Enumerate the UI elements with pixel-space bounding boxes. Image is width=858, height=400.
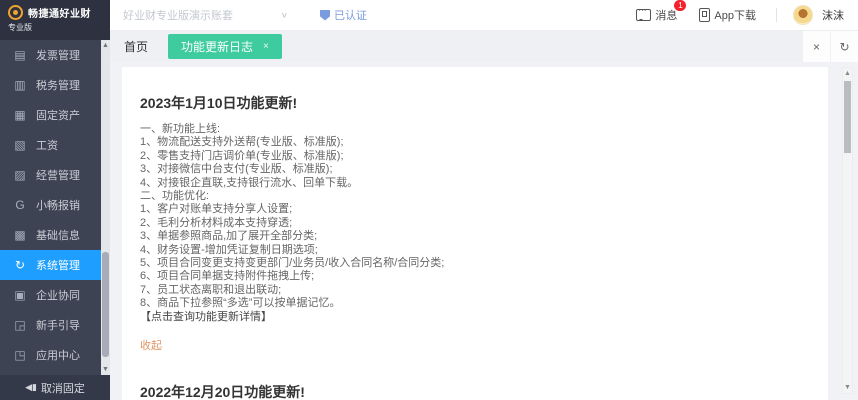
log-line: 3、单据参照商品,加了展开全部分类;	[140, 230, 812, 243]
close-all-tabs-button[interactable]: ×	[802, 31, 830, 62]
app-logo-area: 畅捷通好业财 专业版	[0, 0, 110, 40]
sidebar-item-invoice[interactable]: ▤ 发票管理	[0, 40, 110, 70]
log-line: 4、财务设置-增加凭证复制日期选项;	[140, 244, 812, 257]
scroll-down-icon[interactable]: ▼	[843, 383, 852, 392]
scroll-up-icon[interactable]: ▲	[101, 41, 110, 50]
log-line: 1、客户对账单支持分享人设置;	[140, 203, 812, 216]
log-line: 2、零售支持门店调价单(专业版、标准版);	[140, 150, 812, 163]
sidebar-item-appcenter[interactable]: ◳ 应用中心	[0, 340, 110, 370]
log-entry: 2022年12月20日功能更新! 一、新功能上线:1.单据多模版(好业财专业版)…	[140, 382, 812, 400]
sidebar-item-collab[interactable]: ▣ 企业协同	[0, 280, 110, 310]
log-line: 一、新功能上线:	[140, 123, 812, 136]
log-line: 3、对接微信中台支付(专业版、标准版);	[140, 163, 812, 176]
unpin-label: 取消固定	[41, 380, 85, 396]
log-entry-lines: 一、新功能上线:1、物流配送支持外送帮(专业版、标准版);2、零售支持门店调价单…	[140, 123, 812, 311]
app-download-label: App下载	[714, 7, 756, 23]
content-scrollbar[interactable]: ▲ ▼	[842, 67, 853, 394]
user-menu[interactable]: 沫沫	[793, 5, 844, 25]
tab-home[interactable]: 首页	[110, 38, 160, 55]
log-line: 1、物流配送支持外送帮(专业版、标准版);	[140, 136, 812, 149]
collab-icon: ▣	[13, 288, 27, 302]
avatar	[793, 5, 813, 25]
messages-count-badge: 1	[674, 0, 686, 11]
messages-button[interactable]: 消息 1	[636, 7, 677, 23]
log-line: 4、对接银企直联,支持银行流水、回单下载。	[140, 177, 812, 190]
app-logo-title: 畅捷通好业财	[28, 5, 91, 20]
sidebar-nav: ▤ 发票管理 ▥ 税务管理 ▦ 固定资产 ▧ 工资 ▨ 经营管理 G 小畅报销 …	[0, 40, 110, 375]
mobile-app-icon	[699, 8, 710, 22]
sidebar-item-guide[interactable]: ◲ 新手引导	[0, 310, 110, 340]
log-line: 7、员工状态离职和退出联动;	[140, 284, 812, 297]
chevron-down-icon: ∨	[281, 11, 288, 20]
scroll-up-icon[interactable]: ▲	[843, 69, 852, 78]
tab-update-log[interactable]: 功能更新日志 ×	[168, 34, 282, 59]
shield-icon	[320, 10, 330, 21]
tabstrip-actions: × ↻	[802, 31, 858, 62]
business-icon: ▨	[13, 168, 27, 182]
tab-strip: 首页 功能更新日志 × × ↻	[110, 31, 858, 62]
guide-icon: ◲	[13, 318, 27, 332]
app-logo-icon	[8, 5, 23, 20]
log-line: 二、功能优化:	[140, 190, 812, 203]
salary-icon: ▧	[13, 138, 27, 152]
account-set-label: 好业财专业版演示账套	[123, 7, 233, 23]
invoice-icon: ▤	[13, 48, 27, 62]
message-bubble-icon	[636, 9, 651, 21]
info-icon: ▩	[13, 228, 27, 242]
sidebar-item-tax[interactable]: ▥ 税务管理	[0, 70, 110, 100]
log-entry-title: 2022年12月20日功能更新!	[140, 382, 812, 400]
unpin-sidebar-button[interactable]: ◀▮ 取消固定	[0, 375, 110, 400]
top-header: 好业财专业版演示账套 ∨ 已认证 消息 1 App下载 沫沫	[110, 0, 858, 31]
main-content: 2023年1月10日功能更新! 一、新功能上线:1、物流配送支持外送帮(专业版、…	[110, 62, 858, 400]
sidebar: 畅捷通好业财 专业版 ▤ 发票管理 ▥ 税务管理 ▦ 固定资产 ▧ 工资 ▨ 经…	[0, 0, 110, 400]
reimburse-icon: G	[13, 198, 27, 212]
scrollbar-thumb[interactable]	[102, 252, 109, 357]
messages-label: 消息	[655, 7, 677, 23]
username: 沫沫	[822, 7, 844, 23]
app-edition-label: 专业版	[8, 22, 110, 33]
log-entry: 2023年1月10日功能更新! 一、新功能上线:1、物流配送支持外送帮(专业版、…	[140, 93, 812, 353]
sidebar-item-assets[interactable]: ▦ 固定资产	[0, 100, 110, 130]
collapse-left-icon: ◀▮	[25, 382, 37, 393]
log-entry-title: 2023年1月10日功能更新!	[140, 93, 812, 113]
log-line: 6、项目合同单据支持附件拖拽上传;	[140, 270, 812, 283]
tax-icon: ▥	[13, 78, 27, 92]
log-line: 8、商品下拉参照“多选”可以按单据记忆。	[140, 297, 812, 310]
sidebar-item-system[interactable]: ↻ 系统管理	[0, 250, 110, 280]
scroll-down-icon[interactable]: ▼	[101, 365, 110, 374]
tab-update-log-label: 功能更新日志	[181, 38, 253, 55]
sidebar-item-salary[interactable]: ▧ 工资	[0, 130, 110, 160]
refresh-tab-button[interactable]: ↻	[830, 31, 858, 62]
log-line: 2、毛利分析材料成本支持穿透;	[140, 217, 812, 230]
verified-label: 已认证	[334, 7, 367, 23]
collapse-link[interactable]: 收起	[140, 337, 812, 353]
tab-close-icon[interactable]: ×	[263, 41, 269, 52]
log-details-link[interactable]: 【点击查询功能更新详情】	[140, 311, 812, 324]
header-divider	[776, 8, 777, 22]
sidebar-item-business[interactable]: ▨ 经营管理	[0, 160, 110, 190]
log-line: 5、项目合同变更支持变更部门/业务员/收入合同名称/合同分类;	[140, 257, 812, 270]
verified-badge[interactable]: 已认证	[320, 7, 367, 23]
appcenter-icon: ◳	[13, 348, 27, 362]
header-right: 消息 1 App下载 沫沫	[636, 5, 858, 25]
assets-icon: ▦	[13, 108, 27, 122]
sidebar-item-info[interactable]: ▩ 基础信息	[0, 220, 110, 250]
account-set-dropdown[interactable]: 好业财专业版演示账套 ∨	[123, 7, 288, 23]
sidebar-scrollbar[interactable]: ▲ ▼	[101, 40, 110, 375]
scrollbar-thumb[interactable]	[844, 81, 851, 153]
app-download-button[interactable]: App下载	[699, 7, 756, 23]
update-log-card: 2023年1月10日功能更新! 一、新功能上线:1、物流配送支持外送帮(专业版、…	[122, 67, 828, 400]
sidebar-item-reimburse[interactable]: G 小畅报销	[0, 190, 110, 220]
system-icon: ↻	[13, 258, 27, 272]
